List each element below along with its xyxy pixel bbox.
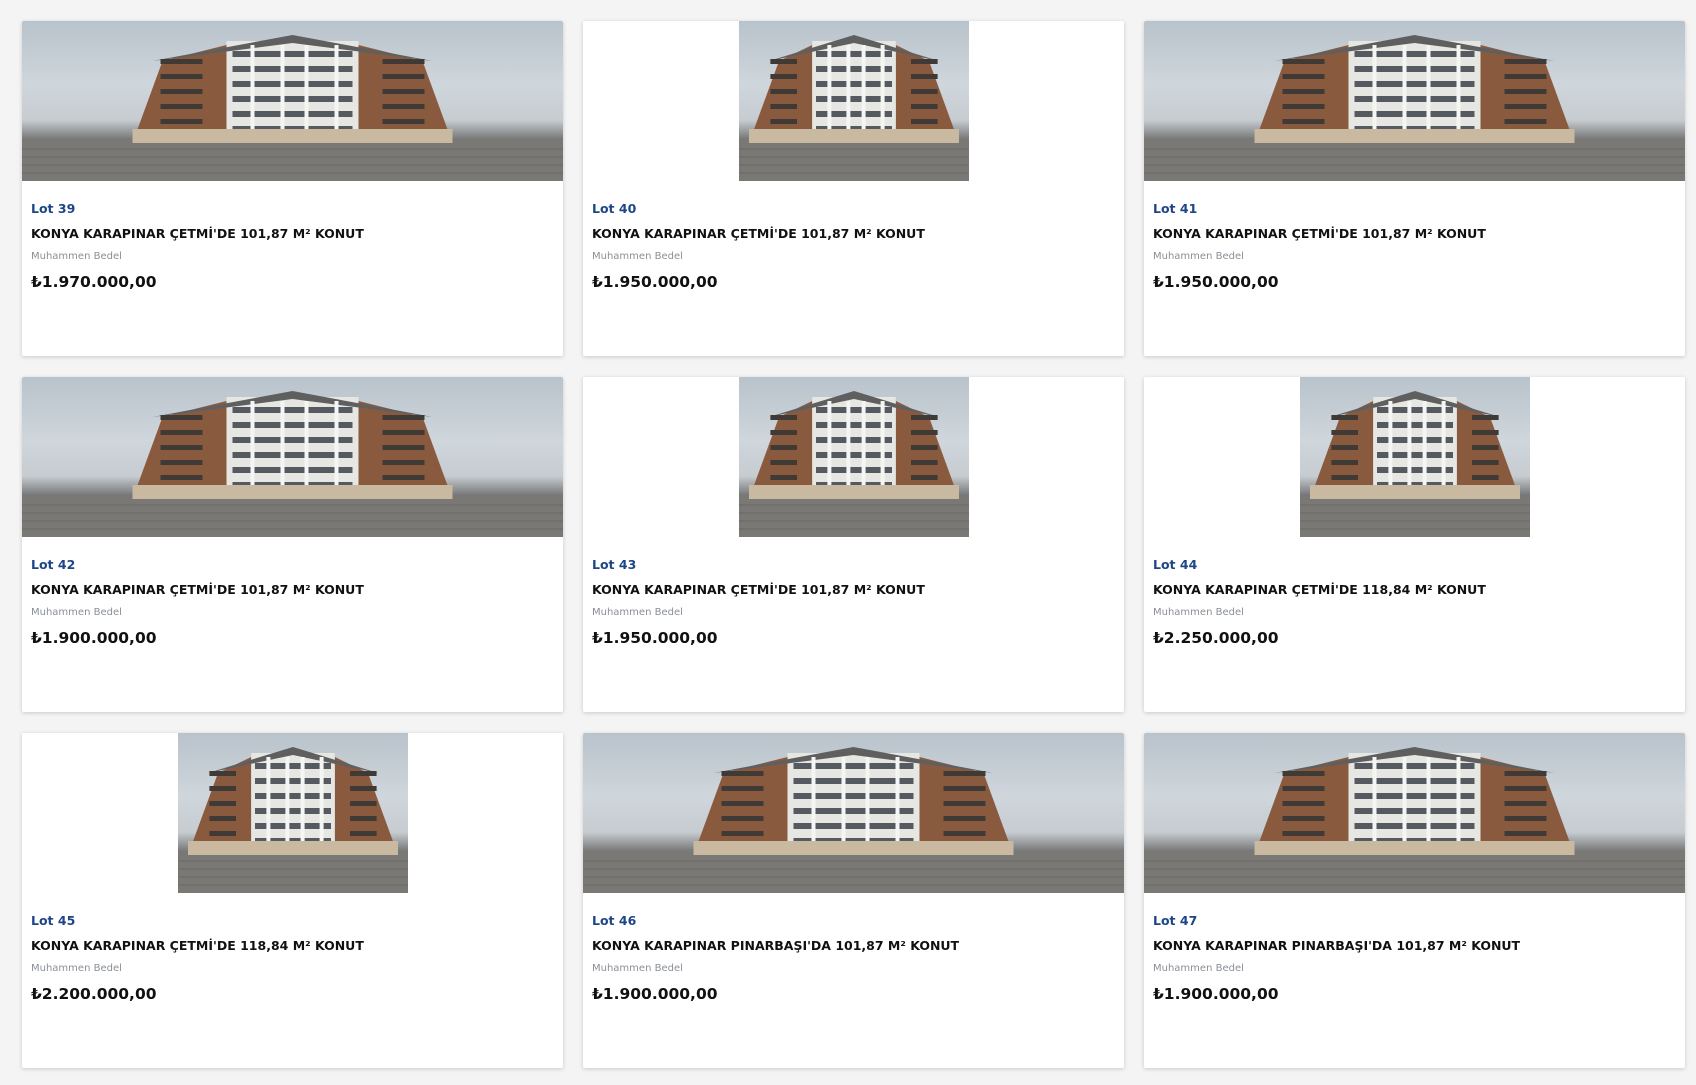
lot-number: Lot 39	[31, 201, 76, 216]
lot-number: Lot 47	[1153, 913, 1198, 928]
property-photo[interactable]	[738, 21, 969, 181]
listing-card[interactable]: Lot 43 KONYA KARAPINAR ÇETMİ'DE 101,87 M…	[583, 377, 1124, 712]
lot-number: Lot 40	[592, 201, 637, 216]
building-illustration	[22, 35, 563, 181]
price-value: ₺2.200.000,00	[31, 985, 157, 1003]
listing-title[interactable]: KONYA KARAPINAR PINARBAŞI'DA 101,87 M² K…	[592, 937, 1115, 954]
listing-card[interactable]: Lot 39 KONYA KARAPINAR ÇETMİ'DE 101,87 M…	[22, 21, 563, 356]
price-label: Muhammen Bedel	[31, 251, 122, 262]
property-photo[interactable]	[583, 733, 1124, 893]
price-value: ₺1.970.000,00	[31, 273, 157, 291]
building-illustration	[1144, 35, 1685, 181]
building-illustration	[583, 747, 1124, 893]
price-value: ₺1.950.000,00	[1153, 273, 1279, 291]
price-label: Muhammen Bedel	[592, 251, 683, 262]
listing-title[interactable]: KONYA KARAPINAR ÇETMİ'DE 101,87 M² KONUT	[31, 581, 554, 598]
listing-card[interactable]: Lot 41 KONYA KARAPINAR ÇETMİ'DE 101,87 M…	[1144, 21, 1685, 356]
photo-container	[1144, 377, 1685, 537]
listing-card[interactable]: Lot 47 KONYA KARAPINAR PINARBAŞI'DA 101,…	[1144, 733, 1685, 1068]
property-photo[interactable]	[1144, 21, 1685, 181]
building-illustration	[22, 391, 563, 537]
price-label: Muhammen Bedel	[1153, 607, 1244, 618]
price-value: ₺2.250.000,00	[1153, 629, 1279, 647]
listing-title[interactable]: KONYA KARAPINAR ÇETMİ'DE 101,87 M² KONUT	[31, 225, 554, 242]
price-label: Muhammen Bedel	[592, 607, 683, 618]
photo-container	[583, 377, 1124, 537]
price-label: Muhammen Bedel	[31, 963, 122, 974]
listing-title[interactable]: KONYA KARAPINAR ÇETMİ'DE 101,87 M² KONUT	[592, 225, 1115, 242]
photo-container	[22, 377, 563, 537]
lot-number: Lot 43	[592, 557, 637, 572]
lot-number: Lot 46	[592, 913, 637, 928]
lot-number: Lot 42	[31, 557, 76, 572]
photo-container	[22, 733, 563, 893]
listing-title[interactable]: KONYA KARAPINAR PINARBAŞI'DA 101,87 M² K…	[1153, 937, 1676, 954]
lot-number: Lot 44	[1153, 557, 1198, 572]
listing-title[interactable]: KONYA KARAPINAR ÇETMİ'DE 101,87 M² KONUT	[1153, 225, 1676, 242]
price-label: Muhammen Bedel	[1153, 251, 1244, 262]
photo-container	[1144, 21, 1685, 181]
property-photo[interactable]	[1299, 377, 1530, 537]
listing-grid: Lot 39 KONYA KARAPINAR ÇETMİ'DE 101,87 M…	[22, 21, 1685, 1068]
listing-card[interactable]: Lot 44 KONYA KARAPINAR ÇETMİ'DE 118,84 M…	[1144, 377, 1685, 712]
photo-container	[1144, 733, 1685, 893]
price-value: ₺1.900.000,00	[31, 629, 157, 647]
photo-container	[583, 733, 1124, 893]
listing-card[interactable]: Lot 46 KONYA KARAPINAR PINARBAŞI'DA 101,…	[583, 733, 1124, 1068]
price-value: ₺1.900.000,00	[592, 985, 718, 1003]
photo-container	[22, 21, 563, 181]
building-illustration	[1299, 391, 1530, 537]
property-photo[interactable]	[22, 377, 563, 537]
price-label: Muhammen Bedel	[592, 963, 683, 974]
property-photo[interactable]	[738, 377, 969, 537]
listing-title[interactable]: KONYA KARAPINAR ÇETMİ'DE 118,84 M² KONUT	[1153, 581, 1676, 598]
listing-card[interactable]: Lot 45 KONYA KARAPINAR ÇETMİ'DE 118,84 M…	[22, 733, 563, 1068]
price-label: Muhammen Bedel	[1153, 963, 1244, 974]
listing-title[interactable]: KONYA KARAPINAR ÇETMİ'DE 101,87 M² KONUT	[592, 581, 1115, 598]
listing-title[interactable]: KONYA KARAPINAR ÇETMİ'DE 118,84 M² KONUT	[31, 937, 554, 954]
property-photo[interactable]	[177, 733, 408, 893]
building-illustration	[177, 747, 408, 893]
lot-number: Lot 41	[1153, 201, 1198, 216]
listing-card[interactable]: Lot 40 KONYA KARAPINAR ÇETMİ'DE 101,87 M…	[583, 21, 1124, 356]
property-photo[interactable]	[1144, 733, 1685, 893]
building-illustration	[738, 35, 969, 181]
property-photo[interactable]	[22, 21, 563, 181]
listing-card[interactable]: Lot 42 KONYA KARAPINAR ÇETMİ'DE 101,87 M…	[22, 377, 563, 712]
price-value: ₺1.950.000,00	[592, 629, 718, 647]
building-illustration	[738, 391, 969, 537]
building-illustration	[1144, 747, 1685, 893]
price-value: ₺1.900.000,00	[1153, 985, 1279, 1003]
price-value: ₺1.950.000,00	[592, 273, 718, 291]
photo-container	[583, 21, 1124, 181]
price-label: Muhammen Bedel	[31, 607, 122, 618]
lot-number: Lot 45	[31, 913, 76, 928]
